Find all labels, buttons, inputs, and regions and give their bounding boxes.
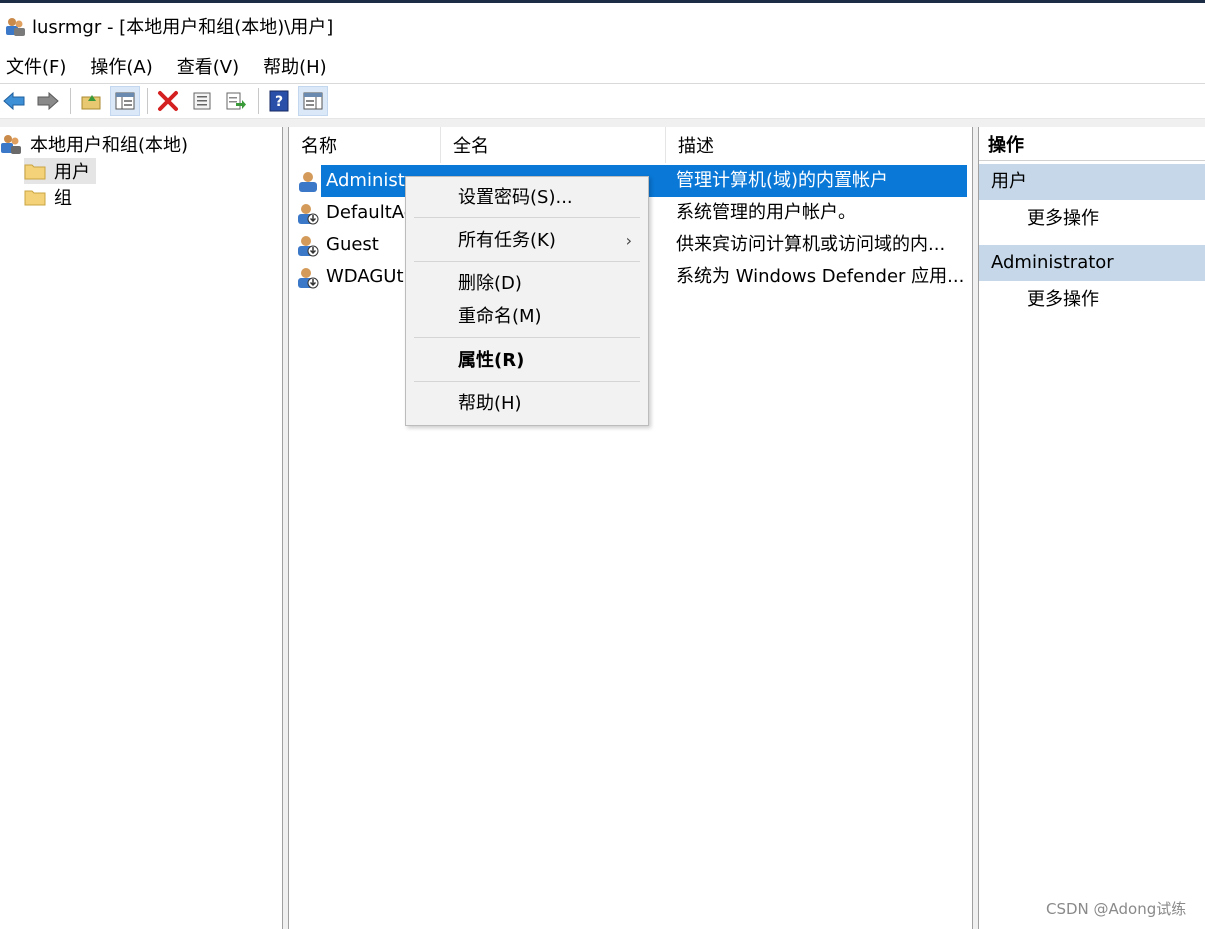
user-name: WDAGUtilityAccount [326,266,411,287]
user-name: DefaultAccount [326,202,411,223]
tree-pane: 本地用户和组(本地) 用户 组 [0,127,283,929]
menu-help[interactable]: 帮助(H) [257,53,339,79]
tree-root[interactable]: 本地用户和组(本地) [0,131,188,157]
export-list-icon[interactable] [222,87,250,115]
menu-file[interactable]: 文件(F) [0,53,78,79]
user-name: Administrator [326,170,411,191]
column-header-name[interactable]: 名称 [289,127,441,163]
show-hide-tree-icon[interactable] [110,86,140,116]
menu-item-all-tasks[interactable]: 所有任务(K) [458,225,556,257]
user-name: Guest [326,234,379,255]
menu-separator [414,261,640,262]
user-icon [299,172,317,192]
properties-icon[interactable] [188,87,216,115]
menu-item-delete[interactable]: 删除(D) [458,268,522,300]
delete-icon[interactable] [154,87,182,115]
disabled-user-icon [298,204,319,225]
folder-icon [24,190,46,206]
menu-view[interactable]: 查看(V) [171,53,251,79]
user-description: 系统为 Windows Defender 应用... [676,266,965,287]
show-hide-action-pane-icon[interactable] [298,86,328,116]
menu-item-rename[interactable]: 重命名(M) [458,301,542,333]
users-groups-icon [1,135,21,154]
menu-separator [414,337,640,338]
more-actions-administrator[interactable]: 更多操作 [1027,282,1099,318]
tree-item-label: 组 [54,188,72,209]
forward-arrow-icon[interactable] [34,87,62,115]
menu-item-properties[interactable]: 属性(R) [458,345,524,377]
users-app-icon [6,18,25,36]
menu-separator [414,217,640,218]
column-header-fullname[interactable]: 全名 [441,127,666,163]
menu-bar: 文件(F) 操作(A) 查看(V) 帮助(H) [0,49,1205,84]
column-header-description[interactable]: 描述 [666,127,968,163]
tree-item-users[interactable]: 用户 [24,158,96,184]
menu-separator [414,381,640,382]
actions-title: 操作 [979,131,1205,161]
menu-item-help[interactable]: 帮助(H) [458,388,522,420]
tree-item-label: 用户 [54,162,90,183]
user-description: 供来宾访问计算机或访问域的内... [676,234,946,255]
toolbar-separator [147,88,148,114]
menu-item-set-password[interactable]: 设置密码(S)... [458,182,573,214]
user-description: 系统管理的用户帐户。 [676,202,856,223]
actions-pane: 操作 用户 更多操作 Administrator 更多操作 [978,127,1205,929]
user-description: 管理计算机(域)的内置帐户 [676,170,889,191]
actions-section-administrator[interactable]: Administrator [979,245,1205,281]
title-bar: lusrmgr - [本地用户和组(本地)\用户] [0,3,1205,49]
toolbar: ? [0,84,1205,119]
more-actions-users[interactable]: 更多操作 [1027,201,1099,237]
context-menu: 设置密码(S)... 所有任务(K) › 删除(D) 重命名(M) 属性(R) … [405,176,649,426]
toolbar-separator [70,88,71,114]
tree-root-label: 本地用户和组(本地) [30,135,189,156]
toolbar-separator [258,88,259,114]
menu-action[interactable]: 操作(A) [84,53,164,79]
window-title: lusrmgr - [本地用户和组(本地)\用户] [32,17,334,38]
help-icon[interactable]: ? [265,87,293,115]
back-arrow-icon[interactable] [0,87,28,115]
svg-text:?: ? [275,94,283,110]
tree-item-groups[interactable]: 组 [24,184,78,210]
disabled-user-icon [298,268,319,289]
disabled-user-icon [298,236,319,257]
up-folder-icon[interactable] [77,87,105,115]
watermark: CSDN @Adong试练 [1046,900,1187,918]
submenu-chevron-icon: › [625,231,632,250]
folder-icon [24,164,46,180]
actions-section-users[interactable]: 用户 [979,164,1205,200]
